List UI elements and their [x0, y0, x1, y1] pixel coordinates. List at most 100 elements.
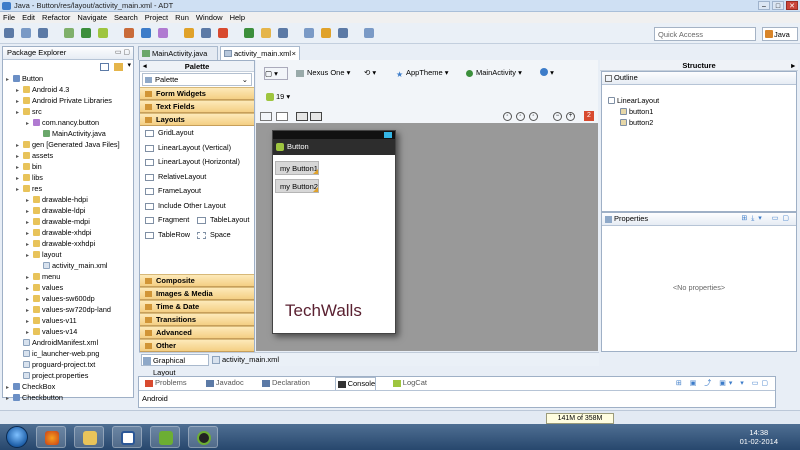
tree-item[interactable]: ▸ drawable-mdpi	[3, 216, 133, 227]
menu-window[interactable]: Window	[196, 13, 223, 22]
menu-help[interactable]: Help	[230, 13, 245, 22]
palette-category-text-fields[interactable]: Text Fields	[140, 100, 254, 113]
tab-activity-main-xml[interactable]: activity_main.xml ×	[220, 46, 300, 60]
minimize-view-icon[interactable]: ▭ ▢	[115, 47, 130, 59]
my-button-2[interactable]: my Button2	[275, 179, 319, 193]
config-dropdown[interactable]: ▢ ▾	[264, 67, 288, 80]
tab-javadoc[interactable]: Javadoc	[204, 377, 244, 390]
zoom-fit-icon[interactable]: ◦	[503, 112, 512, 121]
layout-toggle-icon[interactable]	[260, 112, 272, 121]
tree-item[interactable]: ▸ values-v11	[3, 315, 133, 326]
device-dropdown[interactable]: Nexus One ▾	[294, 67, 356, 80]
tree-item[interactable]: ▸ values-sw720dp-land	[3, 304, 133, 315]
tree-item[interactable]: ▸ drawable-xhdpi	[3, 227, 133, 238]
console-toolbar-icons[interactable]: ⊞ ▣ ⤴ ▣▾ ▾ ▭▢	[676, 378, 771, 388]
palette-widget-tablerow[interactable]: TableRow	[140, 228, 190, 243]
tree-item[interactable]: ▸ libs	[3, 172, 133, 183]
tree-item[interactable]: ▸ Checkbutton	[3, 392, 133, 403]
tab-logcat[interactable]: LogCat	[391, 377, 427, 390]
menu-project[interactable]: Project	[145, 13, 168, 22]
taskbar-adt[interactable]	[188, 426, 218, 448]
palette-widget-space[interactable]: Space	[192, 228, 231, 243]
palette-category-transitions[interactable]: Transitions	[140, 313, 254, 326]
menu-run[interactable]: Run	[175, 13, 189, 22]
close-button[interactable]: ✕	[786, 1, 798, 10]
structure-collapse-icon[interactable]: ▸	[791, 60, 795, 71]
zoom-real-size-icon[interactable]: ◦	[529, 112, 538, 121]
forward-icon[interactable]	[278, 28, 288, 38]
tree-item[interactable]: MainActivity.java	[3, 128, 133, 139]
tab-console[interactable]: Console	[334, 377, 377, 390]
taskbar-dev-tool[interactable]	[150, 426, 180, 448]
tree-item[interactable]: ▸ drawable-xxhdpi	[3, 238, 133, 249]
vertical-orientation-icon[interactable]	[310, 112, 322, 121]
tab-mainactivity-java[interactable]: MainActivity.java	[138, 46, 218, 60]
tree-item[interactable]: ▸ values	[3, 282, 133, 293]
tree-item[interactable]: ▸ values-v14	[3, 326, 133, 337]
tree-item[interactable]: ▸ assets	[3, 150, 133, 161]
outline-item[interactable]: button1	[602, 106, 796, 117]
tree-item[interactable]: activity_main.xml	[3, 260, 133, 271]
new-java-project-icon[interactable]	[141, 28, 151, 38]
palette-widget-include-other-layout[interactable]: Include Other Layout	[140, 199, 254, 214]
java-perspective-button[interactable]: Java	[762, 27, 798, 41]
tab-graphical-layout[interactable]: Graphical Layout	[141, 354, 209, 377]
tree-item[interactable]: ▸ Android Private Libraries	[3, 95, 133, 106]
lint-icon[interactable]	[218, 28, 228, 38]
tree-item[interactable]: ▸ values-sw600dp	[3, 293, 133, 304]
zoom-in-icon[interactable]: +	[566, 112, 575, 121]
palette-widget-linearlayout-vertical[interactable]: LinearLayout (Vertical)	[140, 141, 254, 156]
palette-dropdown[interactable]: Palette ⌄	[142, 73, 252, 86]
palette-widget-linearlayout-horizontal[interactable]: LinearLayout (Horizontal)	[140, 155, 254, 170]
tab-problems[interactable]: Problems	[143, 377, 187, 390]
palette-category-composite[interactable]: Composite	[140, 274, 254, 287]
tree-item[interactable]: ▸ Button	[3, 73, 133, 84]
tree-item[interactable]: ▸ layout	[3, 249, 133, 260]
palette-widget-relativelayout[interactable]: RelativeLayout	[140, 170, 254, 185]
palette-widget-tablelayout[interactable]: TableLayout	[192, 213, 249, 228]
package-explorer-tab[interactable]: Package Explorer ▭ ▢	[3, 47, 133, 60]
tree-item[interactable]: ▸ bin	[3, 161, 133, 172]
api-level-dropdown[interactable]: 19 ▾	[264, 91, 304, 104]
maximize-button[interactable]: □	[772, 1, 784, 10]
taskbar-clock[interactable]: 14:38 01-02-2014	[740, 428, 778, 446]
debug-icon[interactable]	[98, 28, 108, 38]
palette-category-other[interactable]: Other	[140, 339, 254, 352]
refresh-icon[interactable]	[364, 28, 374, 38]
taskbar-firefox[interactable]	[36, 426, 66, 448]
tree-item[interactable]: ▸ src	[3, 106, 133, 117]
orientation-dropdown[interactable]: ⟲ ▾	[364, 67, 388, 80]
expand-arrow-icon[interactable]: ▸	[6, 394, 13, 405]
tree-item[interactable]: ▸ CheckBox	[3, 381, 133, 392]
new-package-icon[interactable]	[158, 28, 168, 38]
palette-category-time-date[interactable]: Time & Date	[140, 300, 254, 313]
locale-dropdown[interactable]: ▾	[540, 67, 564, 80]
minimize-button[interactable]: –	[758, 1, 770, 10]
view-menu-chevron-down-icon[interactable]: ▾	[127, 61, 131, 69]
zoom-out-icon[interactable]: −	[553, 112, 562, 121]
android-sdk-icon[interactable]	[64, 28, 74, 38]
tab-declaration[interactable]: Declaration	[260, 377, 310, 390]
search-icon[interactable]	[201, 28, 211, 38]
palette-collapse-icon[interactable]: ◂	[143, 61, 147, 72]
activity-dropdown[interactable]: MainActivity ▾	[464, 67, 540, 80]
tree-item[interactable]: ▸ com.nancy.button	[3, 117, 133, 128]
collapse-all-icon[interactable]	[100, 63, 109, 71]
properties-tab[interactable]: Properties ⊞⤓▾ ▭▢	[602, 213, 796, 226]
palette-category-form-widgets[interactable]: Form Widgets	[140, 87, 254, 100]
tree-item[interactable]: ▸ drawable-ldpi	[3, 205, 133, 216]
tree-item[interactable]: ▸ drawable-hdpi	[3, 194, 133, 205]
external-tools-icon[interactable]	[124, 28, 134, 38]
outline-item[interactable]: button2	[602, 117, 796, 128]
tree-item[interactable]: AndroidManifest.xml	[3, 337, 133, 348]
menu-navigate[interactable]: Navigate	[77, 13, 107, 22]
open-type-icon[interactable]	[321, 28, 331, 38]
tree-item[interactable]: ▸ gen [Generated Java Files]	[3, 139, 133, 150]
menu-refactor[interactable]: Refactor	[42, 13, 70, 22]
horizontal-orientation-icon[interactable]	[296, 112, 308, 121]
back-icon[interactable]	[261, 28, 271, 38]
theme-dropdown[interactable]: ★ AppTheme ▾	[394, 67, 462, 80]
close-tab-icon[interactable]: ×	[292, 47, 296, 60]
palette-widget-fragment[interactable]: Fragment	[140, 213, 189, 228]
menu-file[interactable]: File	[3, 13, 15, 22]
